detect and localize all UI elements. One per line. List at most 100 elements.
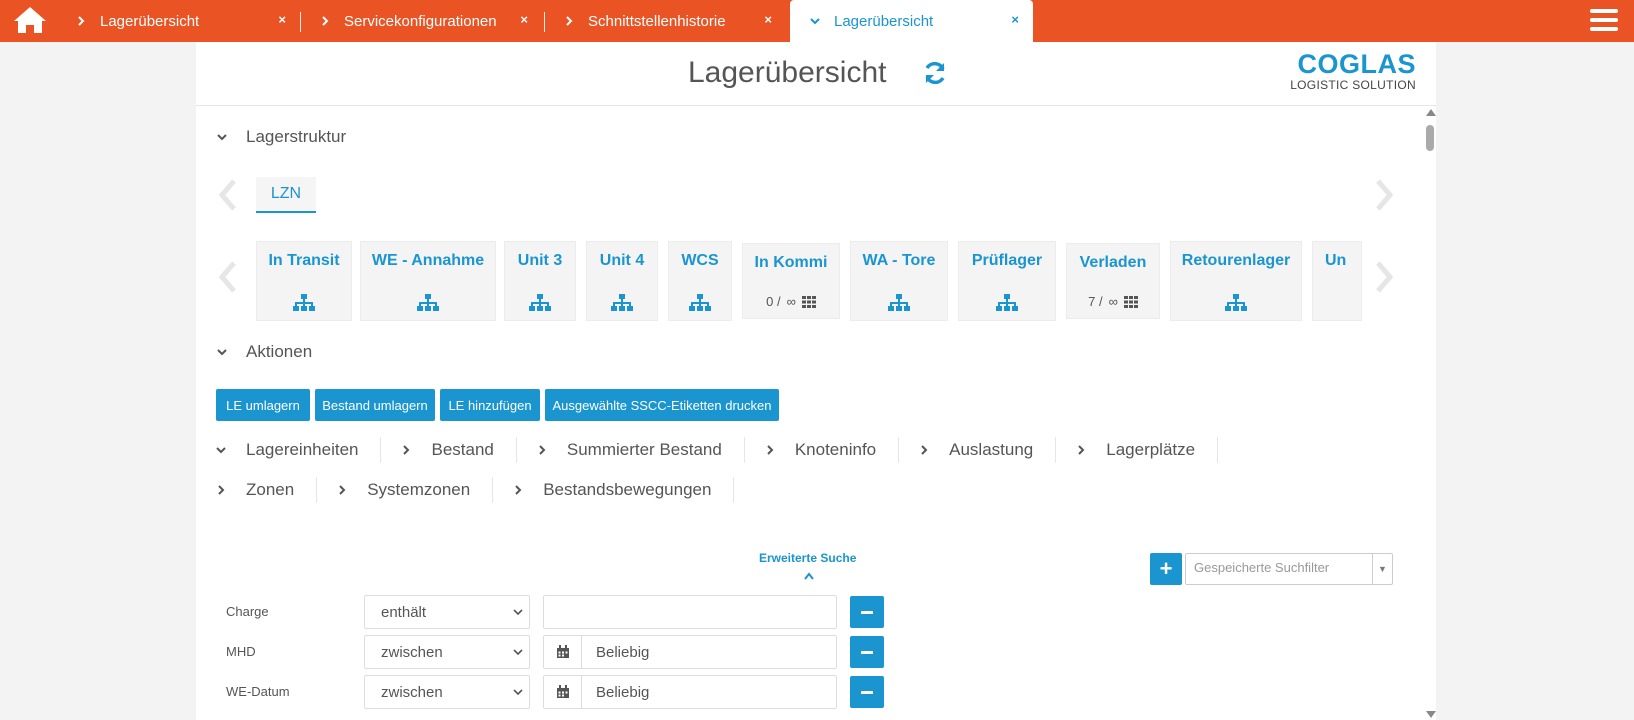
saved-search-filter-select[interactable]: Gespeicherte Suchfilter ▼ (1185, 553, 1393, 585)
accordion-label: Zonen (246, 480, 295, 499)
filter-value-charge[interactable] (543, 595, 837, 629)
remove-filter-we-datum-button[interactable] (850, 676, 884, 708)
tile-in-kommi[interactable]: In Kommi 0 / ∞ (742, 243, 840, 319)
chevron-up-icon[interactable] (804, 572, 814, 580)
scroll-down-arrow-icon[interactable] (1426, 711, 1436, 718)
logo-brand: COGLAS (1297, 49, 1416, 79)
section-aktionen[interactable]: Aktionen (216, 342, 312, 362)
chevron-right-icon (1078, 445, 1085, 455)
tab-lageruebersicht-1[interactable]: Lagerübersicht × (72, 0, 300, 42)
accordion-label: Lagerplätze (1106, 440, 1196, 459)
chevron-down-icon (513, 609, 523, 616)
tile-prueflager[interactable]: Prüflager (958, 241, 1056, 321)
calendar-icon[interactable] (544, 676, 582, 708)
sscc-etiketten-drucken-button[interactable]: Ausgewählte SSCC-Etiketten drucken (545, 389, 779, 421)
area-tab-lzn[interactable]: LZN (256, 177, 316, 213)
accordion-knoteninfo[interactable]: Knoteninfo (745, 437, 900, 463)
bestand-umlagern-button[interactable]: Bestand umlagern (315, 389, 435, 421)
accordion-row-1: Lagereinheiten Bestand Summierter Bestan… (196, 437, 1219, 463)
tab-label: Lagerübersicht (100, 12, 200, 30)
close-icon[interactable]: × (1011, 12, 1019, 27)
sitemap-icon (996, 294, 1018, 311)
accordion-zonen[interactable]: Zonen (196, 477, 318, 503)
accordion-label: Systemzonen (367, 480, 471, 499)
scrollbar-thumb[interactable] (1426, 125, 1434, 151)
accordion-lagereinheiten[interactable]: Lagereinheiten (196, 437, 382, 463)
minus-icon (861, 610, 873, 614)
refresh-icon[interactable] (922, 60, 948, 86)
chevron-down-icon (513, 649, 523, 656)
le-umlagern-button[interactable]: LE umlagern (216, 389, 310, 421)
carousel-prev-icon[interactable] (216, 177, 240, 213)
page-title: Lagerübersicht (688, 56, 887, 89)
accordion-bestandsbewegungen[interactable]: Bestandsbewegungen (493, 477, 735, 503)
capacity-max: ∞ (1108, 294, 1118, 309)
tab-schnittstellenhistorie[interactable]: Schnittstellenhistorie × (560, 0, 786, 42)
page-content: Lagerstruktur LZN In Transit WE - Annahm… (196, 107, 1426, 720)
chevron-down-icon (216, 447, 226, 454)
section-lagerstruktur[interactable]: Lagerstruktur (216, 127, 346, 147)
section-label: Aktionen (246, 342, 313, 361)
add-filter-button[interactable]: + (1150, 553, 1182, 585)
tab-servicekonfigurationen[interactable]: Servicekonfigurationen × (316, 0, 542, 42)
close-icon[interactable]: × (278, 12, 286, 27)
chevron-down-icon (513, 689, 523, 696)
filter-value-we-datum[interactable]: Beliebig (543, 675, 837, 709)
accordion-auslastung[interactable]: Auslastung (899, 437, 1057, 463)
sitemap-icon (689, 294, 711, 311)
minus-icon (861, 690, 873, 694)
scroll-up-arrow-icon[interactable] (1426, 109, 1436, 116)
accordion-lagerplaetze[interactable]: Lagerplätze (1056, 437, 1219, 463)
tile-partial[interactable]: Un (1312, 241, 1362, 321)
chevron-right-icon (78, 16, 85, 26)
tile-name: Prüflager (971, 252, 1043, 269)
chevron-down-icon (217, 134, 227, 141)
filter-label-mhd: MHD (226, 644, 256, 659)
calendar-icon[interactable] (544, 636, 582, 668)
capacity-readout: 7 / ∞ (1067, 294, 1159, 309)
remove-filter-charge-button[interactable] (850, 596, 884, 628)
accordion-summierter-bestand[interactable]: Summierter Bestand (517, 437, 745, 463)
grid-icon (1123, 295, 1138, 308)
tab-label: Servicekonfigurationen (344, 12, 497, 30)
tile-we-annahme[interactable]: WE - Annahme (360, 241, 496, 321)
remove-filter-mhd-button[interactable] (850, 636, 884, 668)
tile-name: Un (1325, 252, 1347, 269)
capacity-readout: 0 / ∞ (743, 294, 839, 309)
vertical-scrollbar[interactable] (1424, 107, 1436, 720)
tab-divider (544, 12, 545, 32)
filter-operator-mhd[interactable]: zwischen (364, 635, 530, 669)
tile-unit-4[interactable]: Unit 4 (586, 241, 658, 321)
le-hinzufuegen-button[interactable]: LE hinzufügen (440, 389, 540, 421)
tile-name: Verladen (1079, 254, 1147, 271)
operator-value: zwischen (381, 644, 443, 661)
home-icon[interactable] (12, 5, 48, 35)
carousel-next-icon[interactable] (1372, 177, 1396, 213)
tile-unit-3[interactable]: Unit 3 (504, 241, 576, 321)
tab-lageruebersicht-active[interactable]: Lagerübersicht × (790, 0, 1033, 42)
tile-verladen[interactable]: Verladen 7 / ∞ (1066, 243, 1160, 319)
advanced-search-toggle[interactable]: Erweiterte Suche (759, 551, 856, 565)
close-icon[interactable]: × (764, 12, 772, 27)
close-icon[interactable]: × (520, 12, 528, 27)
accordion-bestand[interactable]: Bestand (381, 437, 517, 463)
tab-bar: Lagerübersicht × Servicekonfigurationen … (0, 0, 1634, 42)
tile-wa-tore[interactable]: WA - Tore (850, 241, 948, 321)
filter-operator-charge[interactable]: enthält (364, 595, 530, 629)
sitemap-icon (611, 294, 633, 311)
sitemap-icon (1225, 294, 1247, 311)
accordion-label: Summierter Bestand (566, 440, 722, 459)
tab-label: Schnittstellenhistorie (588, 12, 726, 30)
filter-operator-we-datum[interactable]: zwischen (364, 675, 530, 709)
tile-wcs[interactable]: WCS (668, 241, 732, 321)
chevron-right-icon (322, 16, 329, 26)
tile-retourenlager[interactable]: Retourenlager (1170, 241, 1302, 321)
tile-name: Retourenlager (1181, 252, 1291, 269)
filter-value-mhd[interactable]: Beliebig (543, 635, 837, 669)
tiles-prev-icon[interactable] (216, 259, 240, 295)
tiles-next-icon[interactable] (1372, 259, 1396, 295)
accordion-systemzonen[interactable]: Systemzonen (317, 477, 494, 503)
filter-label-charge: Charge (226, 604, 269, 619)
hamburger-menu-icon[interactable] (1590, 9, 1618, 33)
tile-in-transit[interactable]: In Transit (256, 241, 352, 321)
